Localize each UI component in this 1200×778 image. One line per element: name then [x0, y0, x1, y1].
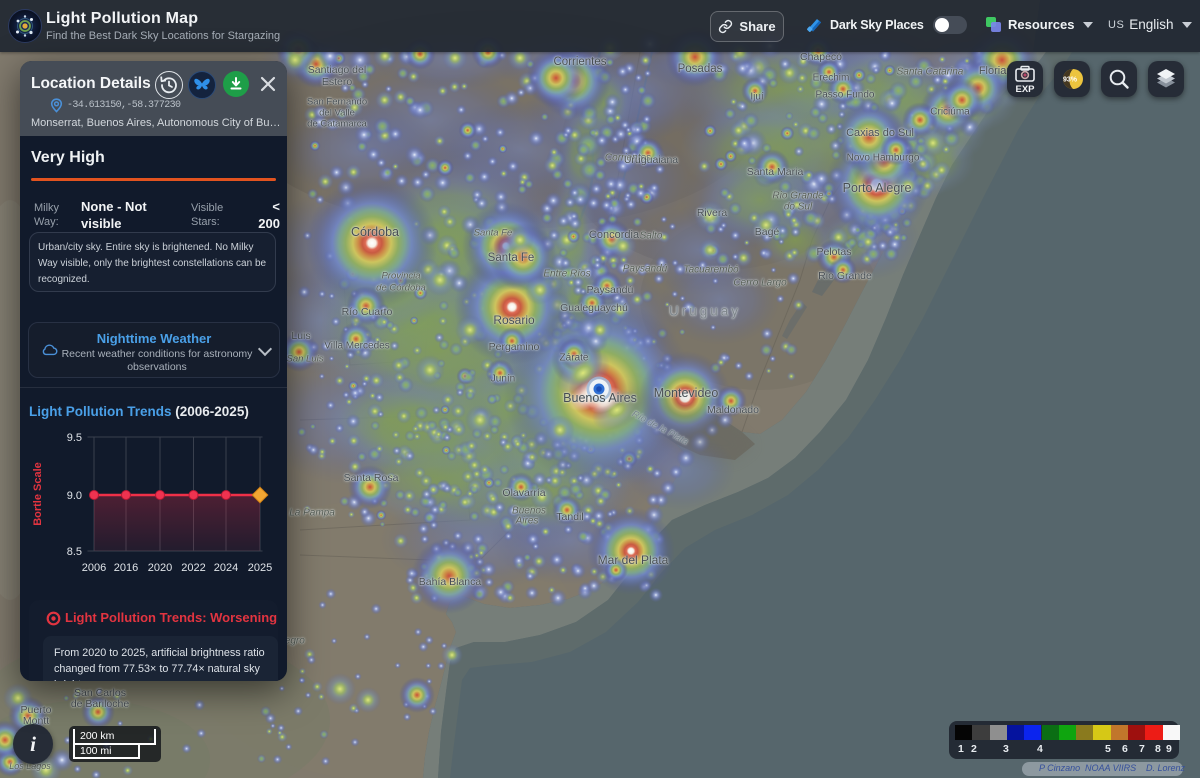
svg-text:2024: 2024: [214, 562, 238, 574]
svg-text:Bortle Scale: Bortle Scale: [32, 462, 44, 526]
svg-text:2016: 2016: [114, 562, 138, 574]
svg-text:9.0: 9.0: [67, 490, 82, 502]
svg-text:2020: 2020: [148, 562, 172, 574]
svg-text:2022: 2022: [181, 562, 205, 574]
svg-text:2025: 2025: [248, 562, 272, 574]
svg-text:93%: 93%: [1063, 77, 1078, 84]
svg-text:2006: 2006: [82, 562, 106, 574]
svg-text:EXP: EXP: [1015, 84, 1035, 94]
svg-text:8.5: 8.5: [67, 546, 82, 558]
svg-text:9.5: 9.5: [67, 432, 82, 444]
